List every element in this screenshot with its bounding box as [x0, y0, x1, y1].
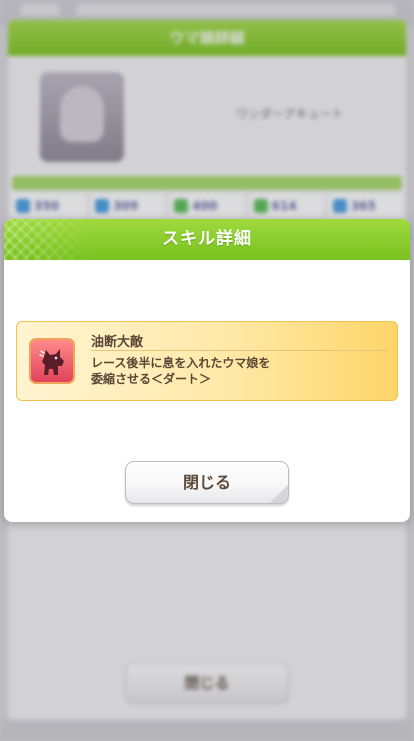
skill-description: レース後半に息を入れたウマ娘を 委縮させる＜ダート＞: [91, 355, 381, 387]
close-button-label: 閉じる: [182, 473, 231, 492]
skill-description-line: 委縮させる＜ダート＞: [91, 372, 212, 386]
skill-divider: [91, 350, 387, 351]
button-corner-decoration: [264, 479, 288, 503]
skill-name: 油断大敵: [91, 335, 144, 350]
debuff-horse-icon: [29, 338, 75, 384]
close-button[interactable]: 閉じる: [125, 461, 289, 504]
skill-description-line: レース後半に息を入れたウマ娘を: [91, 356, 271, 370]
skill-detail-dialog: スキル詳細 油断大敵 レース後半に息を入れたウマ娘を 委縮させる＜ダート＞ 閉じ…: [4, 219, 410, 522]
dialog-title: スキル詳細: [162, 229, 252, 249]
skill-card: 油断大敵 レース後半に息を入れたウマ娘を 委縮させる＜ダート＞: [16, 321, 398, 401]
dialog-header: スキル詳細: [4, 219, 410, 260]
